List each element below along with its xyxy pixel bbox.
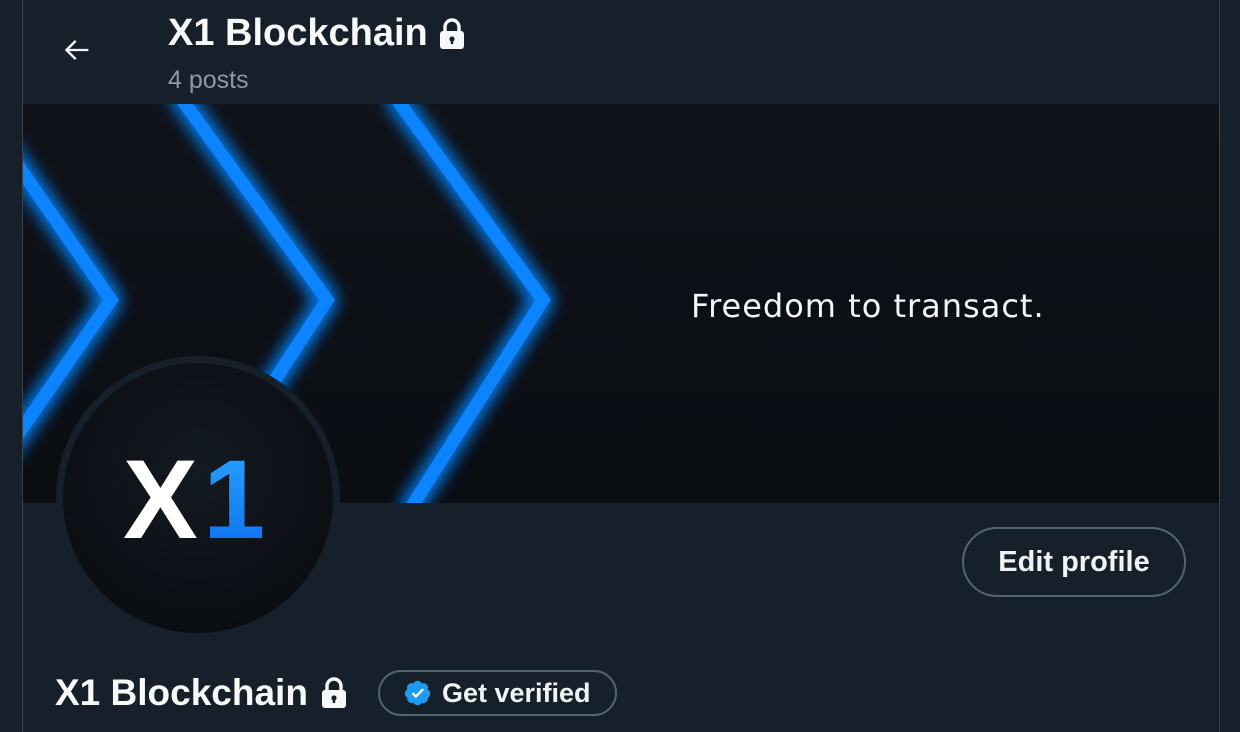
- edit-profile-button[interactable]: Edit profile: [962, 527, 1186, 597]
- verified-badge-icon: [404, 680, 431, 706]
- profile-column: X1 Blockchain 4 posts Freedom to transac…: [22, 0, 1220, 732]
- profile-name-row: X1 Blockchain Get verified: [55, 670, 617, 716]
- avatar-image: X 1: [63, 363, 333, 633]
- logo-x-text: X: [123, 448, 198, 548]
- lock-icon: [438, 17, 466, 50]
- post-count: 4 posts: [168, 66, 249, 94]
- get-verified-label: Get verified: [441, 677, 591, 708]
- profile-header: X1 Blockchain 4 posts: [23, 0, 1219, 104]
- arrow-left-icon: [64, 39, 89, 61]
- page-title: X1 Blockchain: [168, 12, 466, 55]
- logo-1-text: 1: [203, 448, 265, 548]
- chevron-3: [392, 104, 551, 503]
- profile-name: X1 Blockchain: [55, 672, 308, 713]
- x1-logo: X 1: [123, 448, 265, 548]
- get-verified-button[interactable]: Get verified: [377, 670, 617, 716]
- avatar[interactable]: X 1: [56, 356, 340, 640]
- back-button[interactable]: [51, 24, 103, 76]
- header-name: X1 Blockchain: [168, 12, 428, 54]
- banner-tagline: Freedom to transact.: [691, 287, 1045, 325]
- lock-icon: [320, 677, 348, 709]
